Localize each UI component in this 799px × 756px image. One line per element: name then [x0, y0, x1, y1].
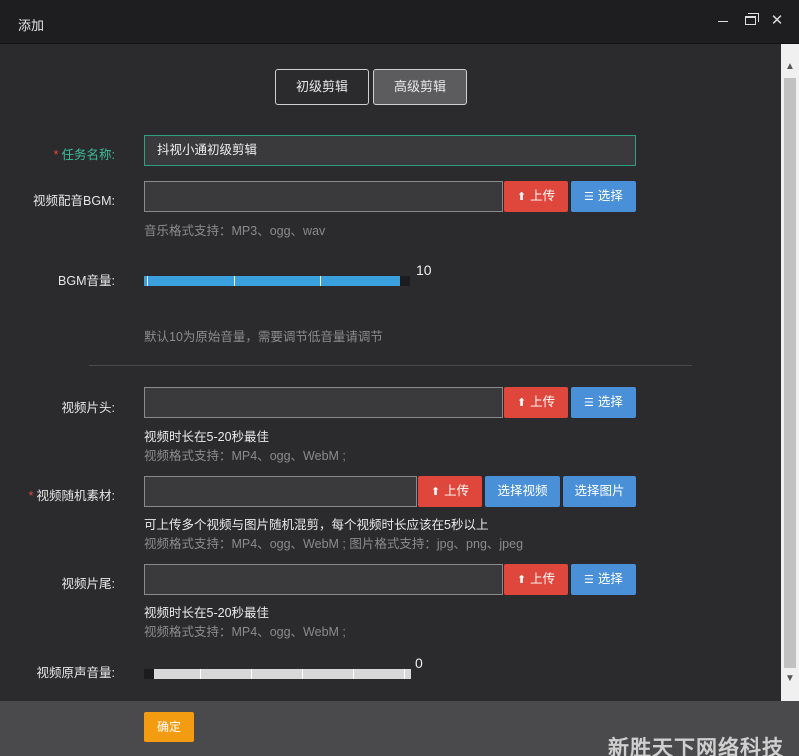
random-material-note: 可上传多个视频与图片随机混剪，每个视频时长应该在5秒以上 — [144, 518, 489, 532]
intro-select-button[interactable]: ☰ 选择 — [571, 387, 636, 418]
bgm-volume-slider[interactable] — [144, 276, 410, 286]
bgm-volume-hint: 默认10为原始音量，需要调节低音量请调节 — [144, 330, 383, 344]
minimize-icon[interactable] — [714, 12, 732, 30]
select-video-button[interactable]: 选择视频 — [485, 476, 560, 507]
original-volume-label: 视频原声音量: — [36, 666, 115, 680]
slider-tick — [320, 276, 321, 286]
slider-tick — [302, 669, 303, 679]
upload-icon: ⬆ — [516, 397, 527, 409]
close-icon[interactable]: ✕ — [768, 12, 786, 30]
confirm-button[interactable]: 确定 — [144, 712, 194, 742]
upload-icon: ⬆ — [430, 486, 441, 498]
scroll-down-icon[interactable]: ▼ — [781, 670, 799, 688]
slider-tick — [400, 276, 401, 286]
outro-input[interactable] — [144, 564, 503, 595]
bgm-format-hint: 音乐格式支持：MP3、ogg、wav — [144, 224, 326, 238]
task-name-label: * 任务名称: — [53, 148, 115, 162]
outro-duration-note: 视频时长在5-20秒最佳 — [144, 606, 270, 620]
bgm-volume-label: BGM音量: — [58, 274, 115, 288]
dialog-content: 初级剪辑 高级剪辑 * 任务名称: 抖视小通初级剪辑 视频配音BGM: ⬆ 上传 ☰… — [0, 44, 781, 701]
intro-upload-button[interactable]: ⬆ 上传 — [504, 387, 568, 418]
intro-duration-note: 视频时长在5-20秒最佳 — [144, 430, 270, 444]
intro-label: 视频片头: — [61, 401, 115, 415]
tab-basic-edit[interactable]: 初级剪辑 — [275, 69, 369, 105]
upload-icon: ⬆ — [516, 574, 527, 586]
slider-tick — [353, 669, 354, 679]
scrollbar-thumb[interactable] — [784, 78, 796, 668]
bgm-label: 视频配音BGM: — [33, 194, 115, 208]
tab-advanced-edit[interactable]: 高级剪辑 — [373, 69, 467, 105]
vertical-scrollbar[interactable]: ▲ ▼ — [781, 44, 799, 701]
random-material-input[interactable] — [144, 476, 417, 507]
window-title: 添加 — [18, 18, 45, 33]
outro-select-button[interactable]: ☰ 选择 — [571, 564, 636, 595]
outro-format-hint: 视频格式支持：MP4、ogg、WebM ; — [144, 625, 346, 639]
outro-label: 视频片尾: — [61, 577, 115, 591]
bgm-volume-fill — [144, 276, 400, 286]
bgm-volume-value: 10 — [416, 262, 432, 278]
random-upload-button[interactable]: ⬆ 上传 — [418, 476, 482, 507]
select-image-button[interactable]: 选择图片 — [563, 476, 636, 507]
random-format-hint: 视频格式支持：MP4、ogg、WebM ; 图片格式支持：jpg、png、jpe… — [144, 537, 524, 551]
slider-tick — [147, 276, 148, 286]
list-icon: ☰ — [584, 397, 594, 409]
bgm-select-button[interactable]: ☰ 选择 — [571, 181, 636, 212]
slider-tick — [200, 669, 201, 679]
task-name-input[interactable]: 抖视小通初级剪辑 — [144, 135, 636, 166]
intro-format-hint: 视频格式支持：MP4、ogg、WebM ; — [144, 449, 346, 463]
watermark-text: 新胜天下网络科技 — [608, 737, 784, 756]
slider-tick — [251, 669, 252, 679]
slider-tick — [404, 669, 405, 679]
outro-upload-button[interactable]: ⬆ 上传 — [504, 564, 568, 595]
original-volume-slider[interactable] — [144, 669, 411, 679]
list-icon: ☰ — [584, 574, 594, 586]
bgm-upload-button[interactable]: ⬆ 上传 — [504, 181, 568, 212]
maximize-icon[interactable] — [742, 12, 760, 30]
intro-input[interactable] — [144, 387, 503, 418]
slider-tick — [234, 276, 235, 286]
dialog-footer: 确定 新胜天下网络科技 — [0, 701, 799, 756]
bgm-input[interactable] — [144, 181, 503, 212]
scroll-up-icon[interactable]: ▲ — [781, 58, 799, 76]
original-volume-value: 0 — [415, 655, 423, 671]
required-mark: * — [28, 489, 34, 503]
required-mark: * — [53, 148, 59, 162]
random-material-label: * 视频随机素材: — [28, 489, 115, 503]
title-bar: 添加 ✕ — [0, 0, 799, 44]
slider-handle[interactable] — [144, 669, 154, 679]
section-divider — [89, 365, 692, 366]
upload-icon: ⬆ — [516, 191, 527, 203]
list-icon: ☰ — [584, 191, 594, 203]
